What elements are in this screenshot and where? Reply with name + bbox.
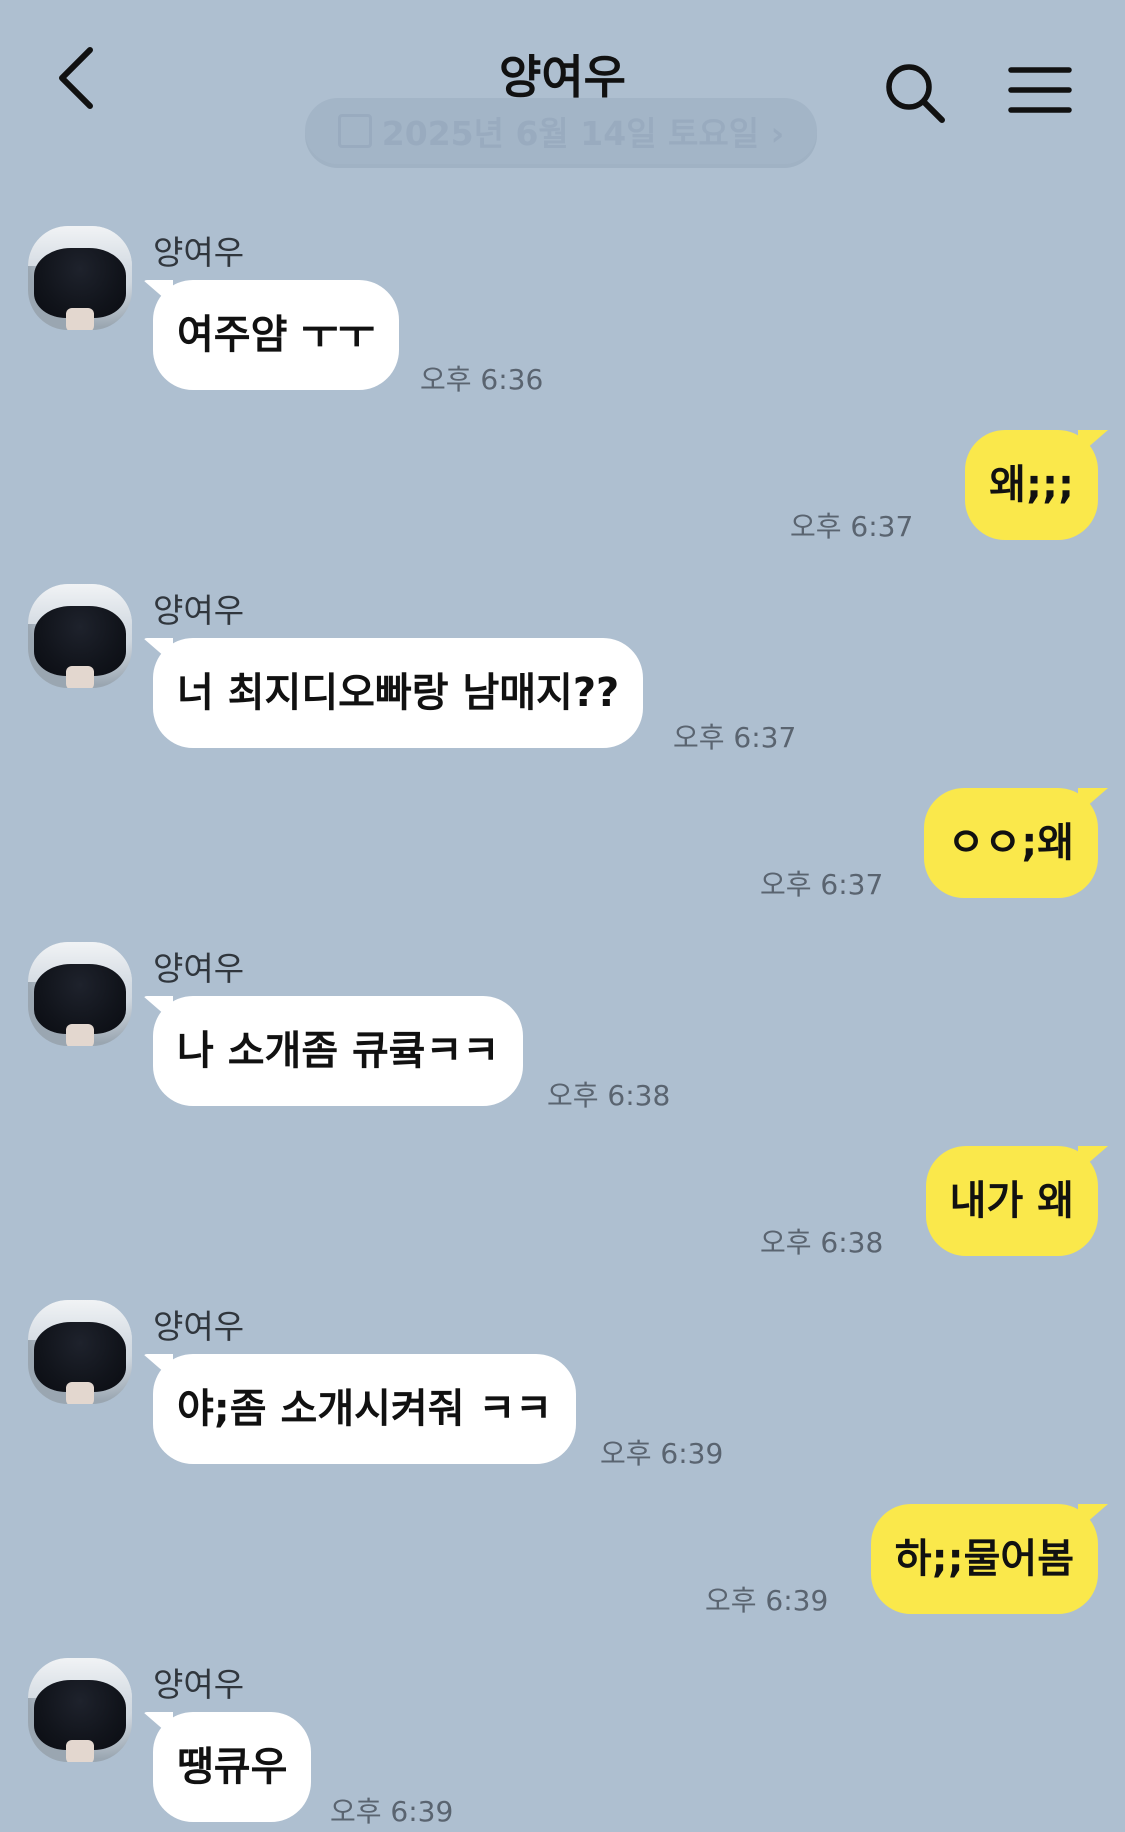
avatar[interactable]: [28, 584, 132, 688]
message-bubble-incoming[interactable]: 나 소개좀 큐큨ㅋㅋ: [153, 996, 524, 1106]
sender-name: 양여우: [153, 1665, 245, 1704]
calendar-icon: [337, 114, 372, 148]
search-button[interactable]: [880, 58, 950, 128]
sender-name: 양여우: [153, 1307, 245, 1346]
hamburger-menu-icon: [1008, 67, 1072, 113]
message-bubble-incoming[interactable]: 여주얌 ㅜㅜ: [153, 280, 399, 390]
chat-screen: 양여우 2025년 6월 14일 토요일 › 양여우 여주얌 ㅜㅜ 오후 6:3…: [0, 0, 1125, 1832]
date-banner-text: 2025년 6월 14일 토요일 ›: [381, 114, 785, 153]
menu-button[interactable]: [1005, 58, 1075, 128]
search-icon: [886, 64, 945, 123]
avatar[interactable]: [28, 226, 132, 330]
sender-name: 양여우: [153, 949, 245, 988]
message-bubble-incoming[interactable]: 너 최지디오빠랑 남매지??: [153, 638, 644, 748]
message-bubble-incoming[interactable]: 땡큐우: [153, 1712, 312, 1822]
message-time: 오후 6:37: [673, 721, 797, 754]
avatar[interactable]: [28, 942, 132, 1046]
message-time: 오후 6:38: [760, 1226, 884, 1259]
message-bubble-incoming[interactable]: 야;좀 소개시켜줘 ㅋㅋ: [153, 1354, 577, 1464]
sender-name: 양여우: [153, 233, 245, 272]
sender-name: 양여우: [153, 591, 245, 630]
avatar[interactable]: [28, 1300, 132, 1404]
message-bubble-outgoing[interactable]: 내가 왜: [925, 1146, 1098, 1256]
message-time: 오후 6:39: [705, 1584, 829, 1617]
message-time: 오후 6:36: [420, 363, 544, 396]
message-time: 오후 6:37: [790, 510, 914, 543]
date-banner[interactable]: 2025년 6월 14일 토요일 ›: [305, 98, 817, 164]
message-bubble-outgoing[interactable]: ㅇㅇ;왜: [923, 788, 1098, 898]
message-time: 오후 6:39: [600, 1437, 724, 1470]
message-time: 오후 6:39: [330, 1795, 454, 1828]
avatar[interactable]: [28, 1658, 132, 1762]
message-time: 오후 6:38: [547, 1079, 671, 1112]
message-bubble-outgoing[interactable]: 왜;;;: [965, 430, 1098, 540]
message-bubble-outgoing[interactable]: 하;;물어봄: [870, 1504, 1098, 1614]
message-time: 오후 6:37: [760, 868, 884, 901]
